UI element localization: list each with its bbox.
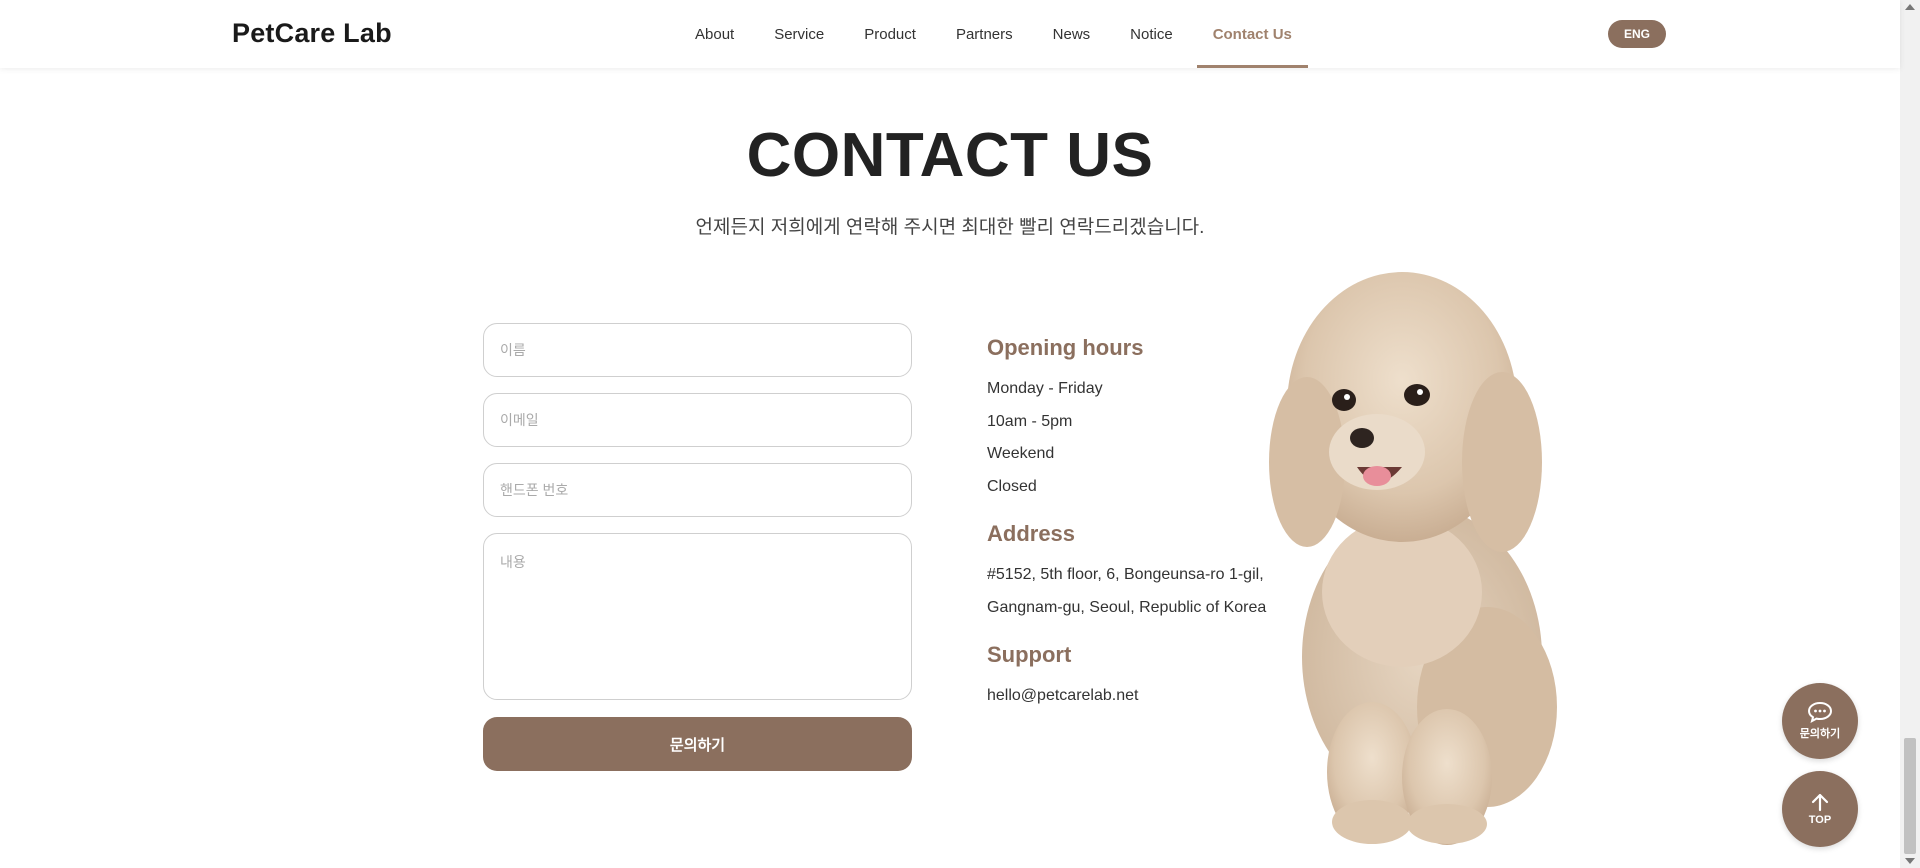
address-title: Address — [987, 521, 1076, 546]
opening-line: Closed — [987, 477, 1037, 495]
address-section: Address #5152, 5th floor, 6, Bongeunsa-r… — [987, 521, 1277, 624]
support-title: Support — [987, 642, 1072, 667]
submit-inquiry-button[interactable]: 문의하기 — [483, 717, 912, 771]
main-nav: About Service Product Partners News Noti… — [675, 0, 1312, 68]
address-line: #5152, 5th floor, 6, Bongeunsa-ro 1-gil, — [987, 566, 1264, 583]
site-header: PetCare Lab About Service Product Partne… — [0, 0, 1900, 68]
scroll-thumb[interactable] — [1904, 738, 1916, 854]
page-title: CONTACT US — [746, 121, 1154, 190]
opening-line: 10am - 5pm — [987, 412, 1073, 430]
scroll-to-top-button[interactable]: TOP — [1782, 771, 1858, 847]
scroll-down-arrow-icon[interactable] — [1905, 858, 1915, 864]
nav-about[interactable]: About — [675, 0, 754, 68]
logo-initial: P — [232, 18, 251, 48]
paw-icon — [218, 19, 227, 27]
poodle-dog-illustration — [1269, 272, 1557, 845]
logo-text: etCare Lab — [250, 18, 392, 48]
logo[interactable]: PetCare Lab — [218, 18, 392, 49]
opening-line: Monday - Friday — [987, 380, 1103, 397]
contact-form: 문의하기 — [483, 323, 912, 771]
contact-info: Opening hours Monday - Friday 10am - 5pm… — [987, 335, 1277, 731]
chat-bubble-icon — [1807, 701, 1833, 723]
opening-line: Weekend — [987, 445, 1055, 462]
nav-notice[interactable]: Notice — [1110, 0, 1193, 68]
page-scrollbar[interactable] — [1900, 0, 1920, 868]
support-email[interactable]: hello@petcarelab.net — [987, 680, 1277, 713]
nav-partners[interactable]: Partners — [936, 0, 1033, 68]
address-line: Gangnam-gu, Seoul, Republic of Korea — [987, 598, 1267, 616]
scroll-up-arrow-icon[interactable] — [1905, 4, 1915, 10]
nav-contact-us[interactable]: Contact Us — [1193, 0, 1312, 68]
name-input[interactable] — [483, 323, 912, 377]
opening-hours-section: Opening hours Monday - Friday 10am - 5pm… — [987, 335, 1277, 503]
email-input[interactable] — [483, 393, 912, 447]
nav-service[interactable]: Service — [754, 0, 844, 68]
opening-hours-title: Opening hours — [987, 335, 1144, 360]
floating-inquiry-button[interactable]: 문의하기 — [1782, 683, 1858, 759]
message-textarea[interactable] — [483, 533, 912, 700]
nav-product[interactable]: Product — [844, 0, 936, 68]
floating-inquiry-label: 문의하기 — [1799, 728, 1841, 740]
scroll-to-top-label: TOP — [1808, 814, 1832, 826]
phone-input[interactable] — [483, 463, 912, 517]
support-section: Support hello@petcarelab.net — [987, 642, 1277, 713]
arrow-up-icon — [1811, 793, 1829, 812]
language-toggle-button[interactable]: ENG — [1608, 20, 1666, 48]
page-subtitle: 언제든지 저희에게 연락해 주시면 최대한 빨리 연락드리겠습니다. — [695, 217, 1205, 238]
nav-news[interactable]: News — [1033, 0, 1111, 68]
